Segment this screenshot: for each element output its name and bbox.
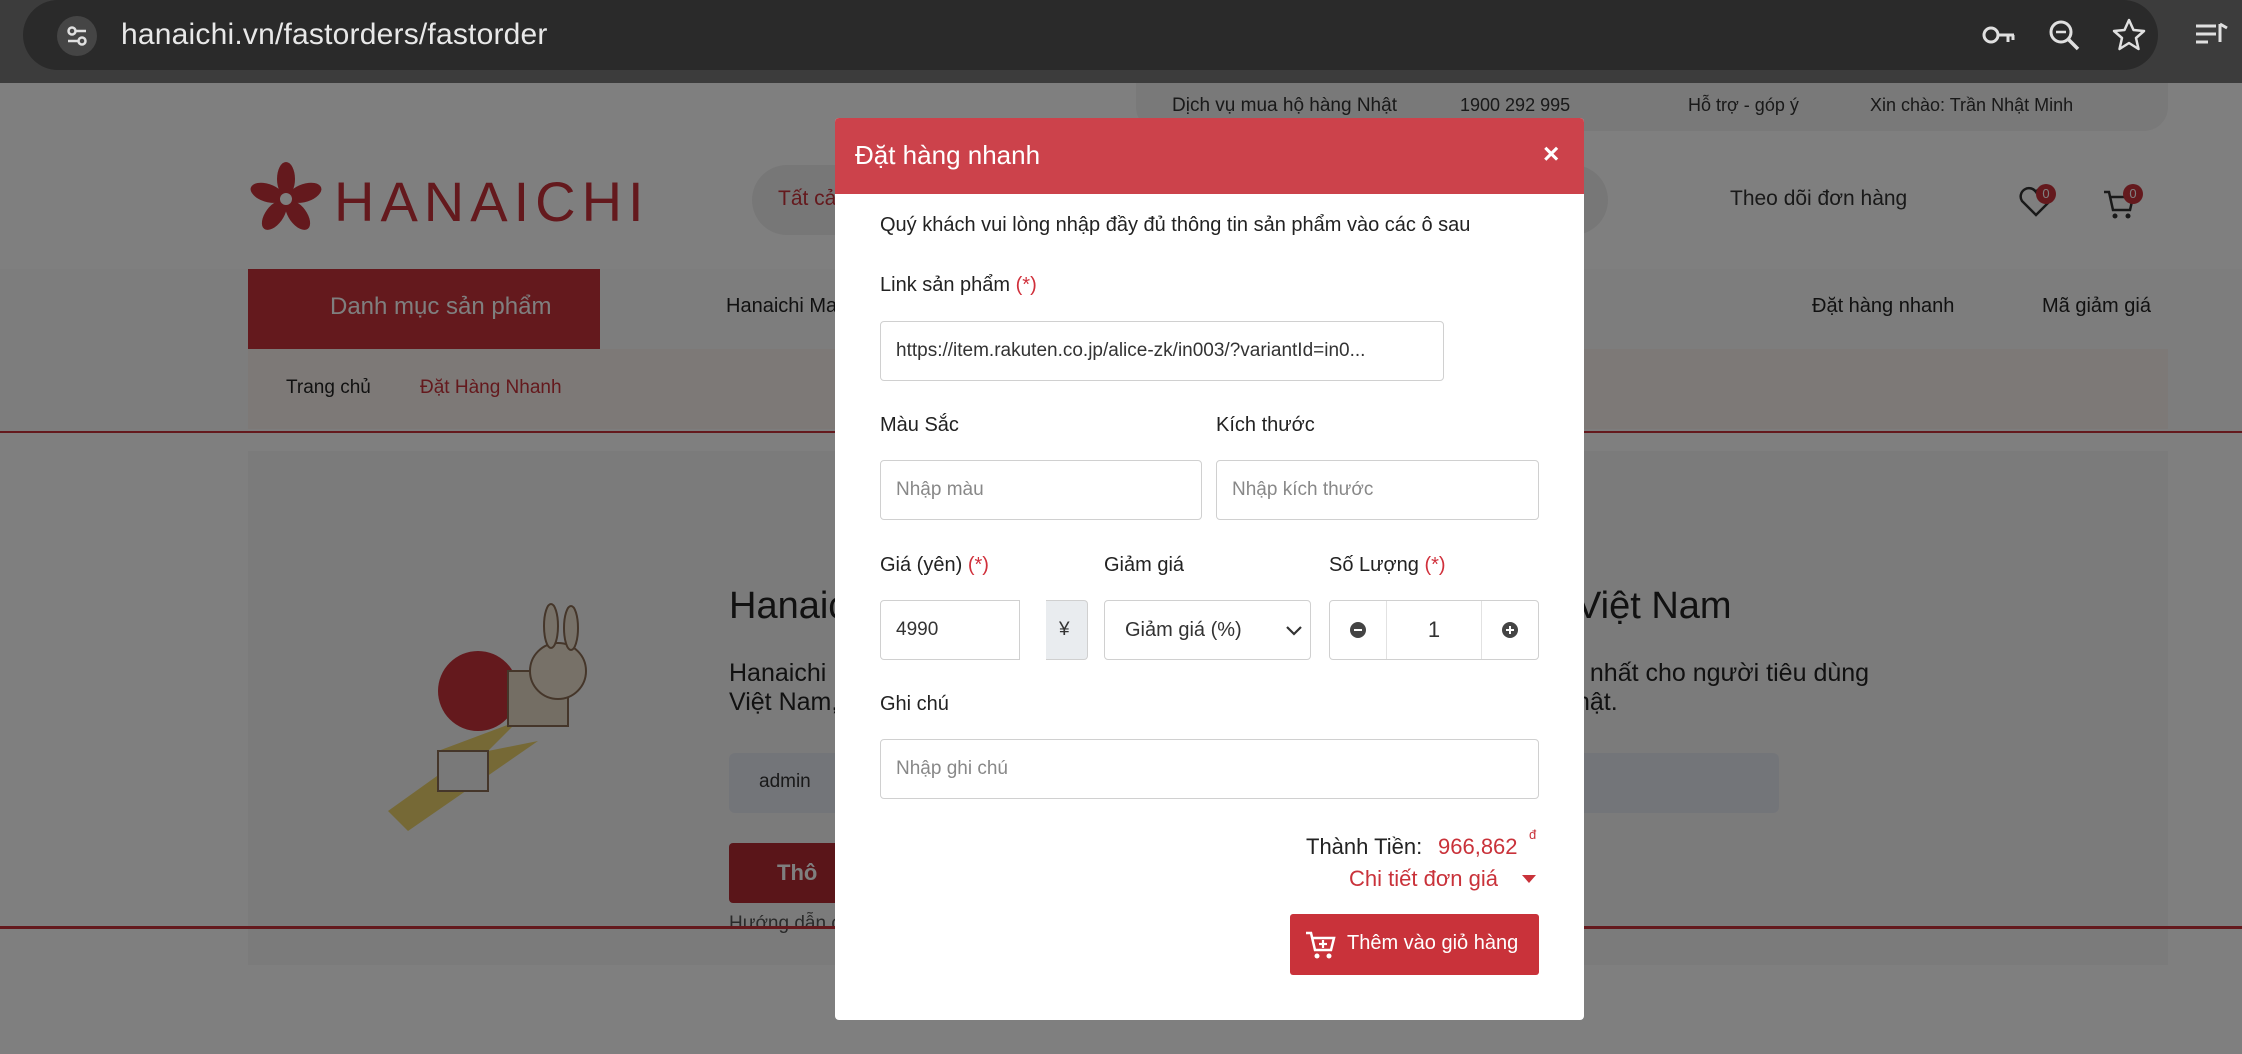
note-input[interactable] [880, 739, 1539, 799]
quantity-label-text: Số Lượng [1329, 554, 1419, 576]
note-label: Ghi chú [880, 693, 949, 715]
size-label: Kích thước [1216, 414, 1315, 436]
discount-select[interactable]: Giảm giá (%) [1104, 600, 1311, 660]
add-to-cart-label: Thêm vào giỏ hàng [1347, 932, 1519, 954]
star-icon[interactable] [2108, 14, 2150, 56]
color-label: Màu Sắc [880, 414, 959, 436]
total-label: Thành Tiền: [1306, 834, 1423, 859]
plus-icon[interactable] [1482, 601, 1538, 659]
quantity-stepper: 1 [1329, 600, 1539, 660]
modal-header: Đặt hàng nhanh × [835, 118, 1584, 194]
required-mark: (*) [1015, 274, 1037, 296]
cart-plus-icon [1306, 931, 1336, 959]
price-label: Giá (yên) (*) [880, 554, 989, 577]
key-icon[interactable] [1978, 14, 2020, 56]
link-label-text: Link sản phẩm [880, 274, 1011, 296]
reading-list-icon[interactable] [2190, 14, 2232, 56]
yen-addon: ¥ [1046, 600, 1088, 660]
fast-order-modal: Đặt hàng nhanh × Quý khách vui lòng nhập… [835, 118, 1584, 1020]
discount-select-value: Giảm giá (%) [1125, 619, 1242, 641]
color-input[interactable] [880, 460, 1202, 520]
tune-icon[interactable] [57, 16, 97, 56]
discount-label: Giảm giá [1104, 554, 1185, 576]
chevron-down-icon [1286, 626, 1302, 636]
required-mark: (*) [1424, 554, 1446, 576]
quantity-value[interactable]: 1 [1386, 601, 1482, 659]
size-input[interactable] [1216, 460, 1539, 520]
price-label-text: Giá (yên) [880, 554, 963, 576]
zoom-icon[interactable] [2043, 14, 2085, 56]
close-icon[interactable]: × [1543, 138, 1559, 170]
caret-down-icon [1522, 875, 1536, 883]
address-bar[interactable]: hanaichi.vn/fastorders/fastorder [23, 0, 2158, 70]
url-text[interactable]: hanaichi.vn/fastorders/fastorder [121, 18, 548, 52]
yen-symbol: ¥ [1059, 619, 1070, 640]
modal-intro: Quý khách vui lòng nhập đầy đủ thông tin… [880, 214, 1471, 236]
total-currency: đ [1529, 827, 1537, 842]
total-value: 966,862 [1438, 834, 1518, 859]
required-mark: (*) [967, 554, 989, 576]
browser-toolbar: hanaichi.vn/fastorders/fastorder [0, 0, 2242, 83]
quantity-label: Số Lượng (*) [1329, 554, 1446, 577]
modal-title: Đặt hàng nhanh [855, 140, 1041, 170]
minus-icon[interactable] [1330, 601, 1386, 659]
price-detail-label: Chi tiết đơn giá [1349, 866, 1498, 891]
product-link-input[interactable] [880, 321, 1444, 381]
add-to-cart-button[interactable]: Thêm vào giỏ hàng [1290, 914, 1539, 975]
price-input[interactable] [880, 600, 1020, 660]
price-detail-toggle[interactable]: Chi tiết đơn giá [1349, 866, 1536, 892]
link-label: Link sản phẩm (*) [880, 274, 1037, 297]
